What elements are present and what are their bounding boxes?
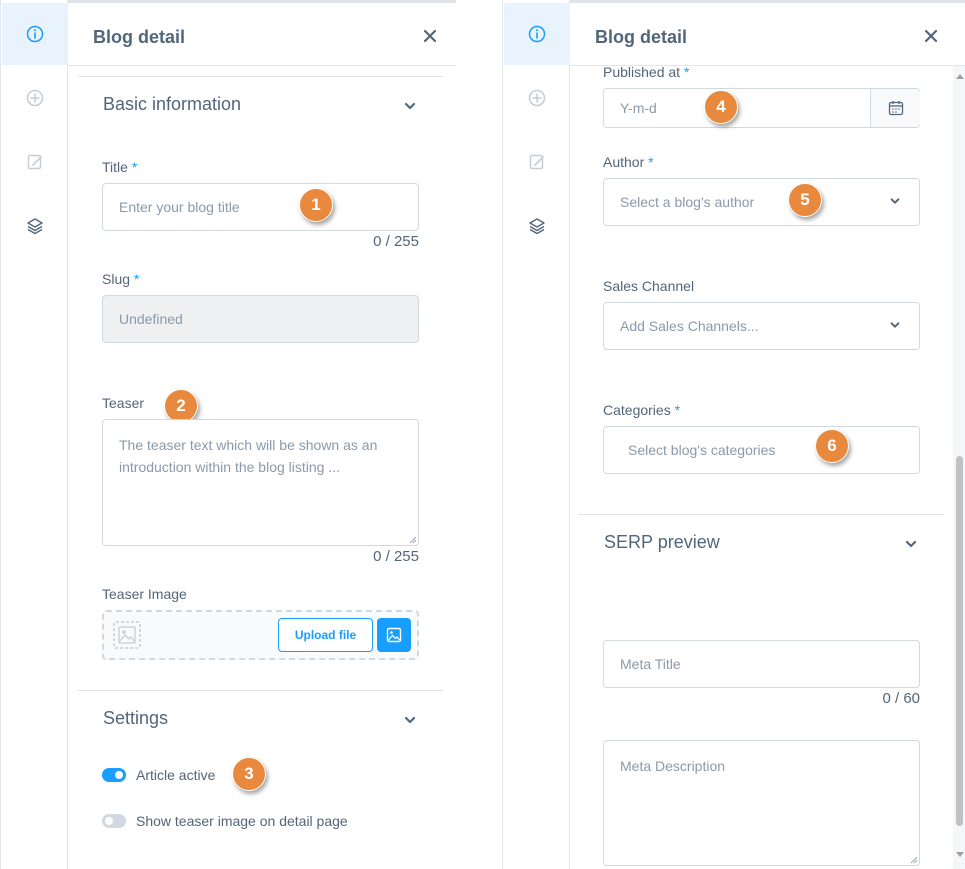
close-icon[interactable] [923, 28, 939, 44]
categories-label: Categories * [603, 402, 681, 418]
slug-input: Undefined [102, 295, 419, 343]
panel-header: Blog detail [570, 3, 965, 66]
rail-tab-info[interactable] [2, 3, 68, 65]
resize-grip-icon[interactable] [910, 856, 918, 864]
rail-tab-layers[interactable] [504, 195, 570, 257]
info-icon [528, 25, 546, 43]
media-library-button[interactable] [377, 618, 411, 652]
teaser-label: Teaser [102, 395, 145, 411]
layers-icon [529, 218, 545, 235]
calendar-button[interactable] [870, 89, 920, 127]
rail-tab-layers[interactable] [2, 195, 68, 257]
callout-badge-5: 5 [788, 183, 822, 217]
panel-gap [456, 0, 502, 869]
callout-badge-3: 3 [232, 757, 266, 791]
section-divider [78, 690, 443, 691]
basic-information-title: Basic information [103, 94, 242, 114]
toggle-knob [105, 817, 113, 825]
chevron-down-icon [890, 198, 900, 204]
info-icon [26, 25, 44, 43]
panel-header: Blog detail [68, 3, 456, 66]
scroll-up-arrow[interactable] [956, 74, 964, 79]
blog-detail-panel-right: Blog detail Published at * Y-m-d 4 Autho… [502, 0, 965, 869]
edit-icon [27, 154, 42, 170]
side-rail [502, 0, 570, 869]
close-icon[interactable] [422, 28, 438, 44]
teaser-textarea[interactable]: The teaser text which will be shown as a… [102, 419, 419, 546]
categories-select[interactable]: Select blog's categories [603, 426, 920, 474]
blog-detail-panel-left: Blog detail Basic information Title * En… [0, 0, 456, 869]
chevron-down-icon[interactable] [403, 99, 417, 113]
image-placeholder-icon [113, 621, 141, 649]
meta-title-char-counter: 0 / 60 [882, 690, 920, 707]
article-active-label: Article active [136, 767, 216, 783]
toggle-knob [115, 771, 123, 779]
rail-tab-edit[interactable] [2, 131, 68, 193]
vertical-scrollbar[interactable] [953, 66, 965, 869]
calendar-icon [888, 101, 903, 116]
upload-file-button[interactable]: Upload file [278, 618, 373, 652]
section-divider [578, 514, 944, 515]
sales-channel-label: Sales Channel [603, 278, 695, 294]
teaser-image-label: Teaser Image [102, 586, 187, 602]
teaser-image-dropzone[interactable]: Upload file [102, 610, 419, 660]
plus-circle-icon [528, 89, 546, 107]
chevron-down-icon [890, 322, 900, 328]
title-input[interactable]: Enter your blog title [102, 183, 419, 231]
rail-tab-add[interactable] [2, 67, 68, 129]
published-at-label: Published at * [603, 64, 690, 80]
serp-preview-title: SERP preview [604, 532, 720, 552]
title-label: Title * [102, 159, 138, 175]
meta-description-textarea[interactable]: Meta Description [603, 740, 920, 866]
callout-badge-2: 2 [164, 389, 198, 423]
section-divider [78, 76, 443, 77]
scroll-down-arrow[interactable] [956, 852, 964, 857]
rail-tab-edit[interactable] [504, 131, 570, 193]
author-label: Author * [603, 154, 654, 170]
author-select[interactable]: Select a blog's author [603, 178, 920, 226]
callout-badge-6: 6 [815, 429, 849, 463]
page-title: Blog detail [595, 27, 688, 47]
edit-icon [529, 154, 544, 170]
settings-title: Settings [103, 708, 169, 728]
scrollbar-thumb[interactable] [956, 456, 963, 826]
callout-badge-4: 4 [704, 90, 738, 124]
slug-label: Slug * [102, 271, 140, 287]
plus-circle-icon [26, 89, 44, 107]
resize-grip-icon[interactable] [409, 536, 417, 544]
page-title: Blog detail [93, 27, 186, 47]
sales-channel-select[interactable]: Add Sales Channels... [603, 302, 920, 350]
layers-icon [27, 218, 43, 235]
teaser-char-counter: 0 / 255 [373, 548, 419, 565]
title-char-counter: 0 / 255 [373, 233, 419, 250]
image-icon [386, 627, 402, 643]
show-teaser-toggle[interactable] [102, 814, 126, 828]
chevron-down-icon[interactable] [904, 537, 918, 551]
rail-tab-info[interactable] [504, 3, 570, 65]
meta-title-input[interactable]: Meta Title [603, 640, 920, 688]
side-rail [0, 0, 68, 869]
published-at-input[interactable]: Y-m-d [603, 88, 920, 128]
rail-tab-add[interactable] [504, 67, 570, 129]
article-active-toggle[interactable] [102, 768, 126, 782]
show-teaser-label: Show teaser image on detail page [136, 813, 348, 829]
callout-badge-1: 1 [299, 188, 333, 222]
chevron-down-icon[interactable] [403, 713, 417, 727]
